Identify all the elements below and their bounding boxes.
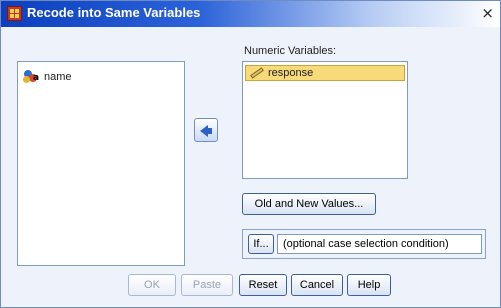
ok-button[interactable]: OK xyxy=(128,274,176,296)
old-and-new-values-button[interactable]: Old and New Values... xyxy=(242,193,376,215)
title-bar[interactable]: Recode into Same Variables × xyxy=(1,1,500,27)
arrow-stem xyxy=(206,128,212,134)
numeric-variables-label: Numeric Variables: xyxy=(244,45,336,57)
move-variable-button[interactable] xyxy=(194,118,218,142)
nominal-variable-icon: a xyxy=(23,70,40,83)
variable-label: response xyxy=(268,67,314,79)
numeric-variables-list[interactable]: response xyxy=(242,61,408,179)
variable-label: name xyxy=(44,70,72,83)
list-item[interactable]: a name xyxy=(23,70,72,83)
help-button[interactable]: Help xyxy=(347,274,391,296)
source-variable-list[interactable]: a name xyxy=(17,61,185,266)
scale-variable-icon xyxy=(250,68,264,78)
list-item[interactable]: response xyxy=(245,65,405,81)
reset-button[interactable]: Reset xyxy=(239,274,287,296)
spss-app-icon xyxy=(7,6,22,21)
window-title: Recode into Same Variables xyxy=(27,5,201,20)
close-icon[interactable]: × xyxy=(481,4,494,22)
numeric-variables-text: Numeric Variables: xyxy=(244,45,337,57)
dialog-window: Recode into Same Variables × a name Nume… xyxy=(0,0,501,308)
cancel-button[interactable]: Cancel xyxy=(291,274,343,296)
paste-button[interactable]: Paste xyxy=(181,274,233,296)
condition-field[interactable]: (optional case selection condition) xyxy=(277,234,482,254)
if-button[interactable]: If... xyxy=(248,234,274,254)
